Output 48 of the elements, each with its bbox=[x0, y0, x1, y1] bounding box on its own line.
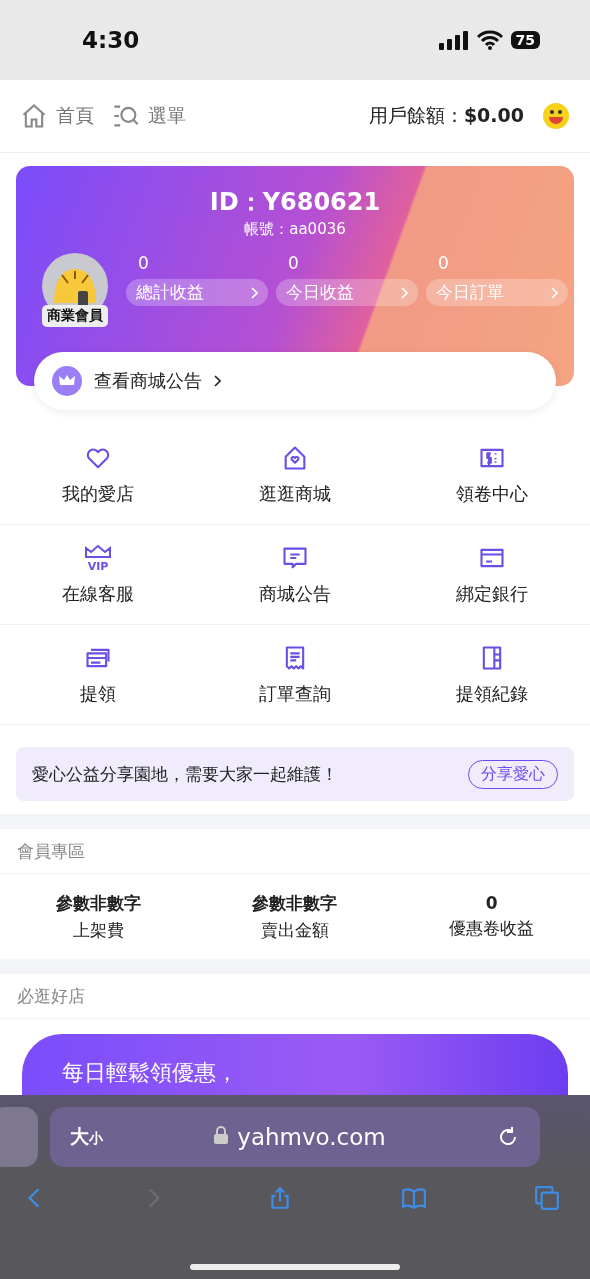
menu-tile[interactable]: 領卷中心 bbox=[393, 425, 590, 525]
chevron-icon bbox=[551, 286, 558, 299]
stat-label: 賣出金額 bbox=[261, 918, 329, 942]
stat-value: 參數非數字 bbox=[252, 891, 338, 915]
battery-level: 75 bbox=[510, 31, 540, 49]
bookmarks-icon bbox=[400, 1185, 427, 1211]
menu-tile[interactable]: 綁定銀行 bbox=[393, 525, 590, 625]
address-bar[interactable]: 大小 yahmvo.com bbox=[50, 1107, 540, 1167]
stat-label: 優惠卷收益 bbox=[449, 917, 535, 940]
stat-value: 0 bbox=[137, 253, 150, 273]
balance-text: 用戶餘額：$0.00 bbox=[368, 103, 524, 128]
wifi-icon bbox=[476, 30, 503, 50]
member-badge: 商業會員 bbox=[42, 305, 108, 327]
menu-tile[interactable]: 逛逛商城 bbox=[196, 425, 394, 525]
lock-icon bbox=[213, 1125, 230, 1145]
nav-link[interactable]: 選單 bbox=[112, 102, 186, 130]
stat-value: 0 bbox=[287, 253, 300, 273]
section-title: 會員專區 bbox=[0, 829, 590, 874]
text-size-button[interactable]: 大小 bbox=[70, 1124, 103, 1150]
back-icon bbox=[28, 1187, 40, 1209]
menu-tile[interactable]: VIP 在線客服 bbox=[0, 525, 197, 625]
home-icon bbox=[20, 102, 48, 130]
chevron-icon bbox=[401, 286, 408, 299]
menu-tile[interactable]: 我的愛店 bbox=[0, 425, 197, 525]
menu-tile[interactable]: 提領 bbox=[0, 625, 197, 725]
nav-link[interactable]: 首頁 bbox=[20, 102, 94, 130]
user-id: ID：Y680621 bbox=[208, 187, 382, 218]
account-name: 帳號：aa0036 bbox=[243, 220, 347, 239]
menu-tile[interactable]: 商城公告 bbox=[196, 525, 394, 625]
stat-value: 參數非數字 bbox=[55, 891, 141, 915]
promo-text: 每日輕鬆領優惠， bbox=[62, 1060, 238, 1085]
chevron-icon bbox=[214, 375, 221, 387]
url-text: yahmvo.com bbox=[213, 1124, 386, 1150]
stat-value: 0 bbox=[437, 253, 450, 273]
tabs-icon bbox=[534, 1185, 560, 1211]
smiley-icon bbox=[542, 102, 570, 130]
section-title: 必逛好店 bbox=[0, 974, 590, 1019]
stat-label: 上架費 bbox=[72, 918, 124, 942]
share-text: 愛心公益分享園地，需要大家一起維護！ bbox=[32, 762, 338, 786]
menu-tile[interactable]: 訂單查詢 bbox=[196, 625, 394, 725]
tab-preview[interactable] bbox=[0, 1107, 38, 1167]
crown-icon bbox=[52, 366, 82, 396]
stat-value: 0 bbox=[485, 893, 498, 913]
menu-tile[interactable]: 提領紀錄 bbox=[393, 625, 590, 725]
status-time: 4:30 bbox=[82, 27, 140, 53]
chevron-icon bbox=[251, 286, 258, 299]
announcement-link[interactable]: 查看商城公告 bbox=[34, 352, 556, 410]
signal-icon bbox=[438, 30, 469, 50]
